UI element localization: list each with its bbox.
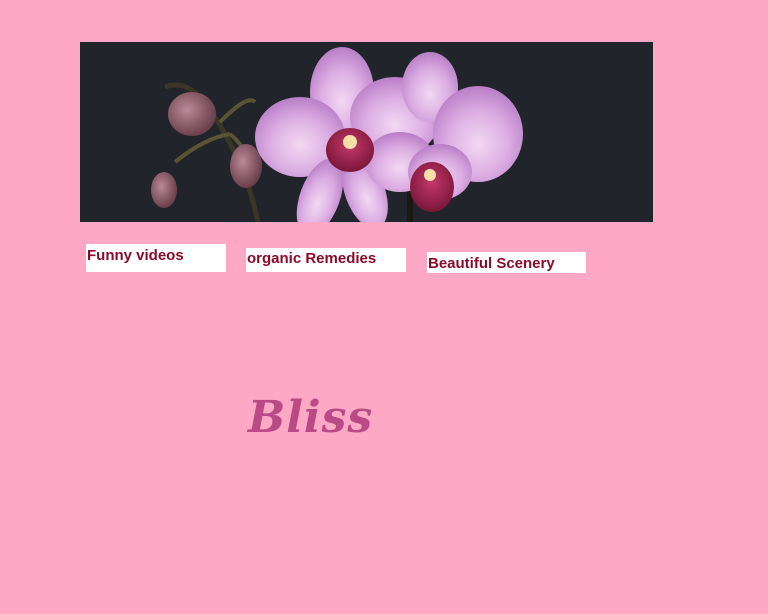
nav-link-organic-remedies[interactable]: organic Remedies (246, 248, 406, 272)
nav-link-funny-videos[interactable]: Funny videos (86, 244, 226, 272)
page-title: Bliss (248, 392, 374, 443)
orchid-flower-icon (80, 42, 653, 222)
orchid-banner-image (80, 42, 653, 222)
nav-link-beautiful-scenery[interactable]: Beautiful Scenery (427, 252, 586, 273)
